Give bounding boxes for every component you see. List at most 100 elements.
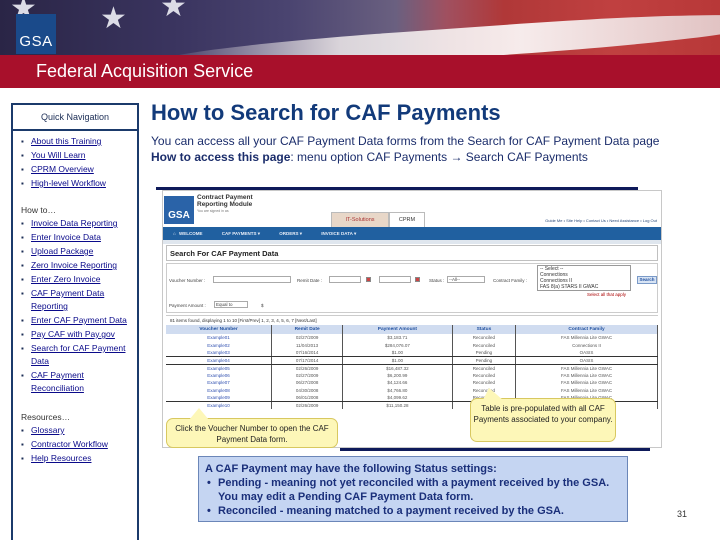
contract-family-cell: FAS Millennia Lite GWAC bbox=[515, 334, 658, 342]
nav-invoice-data[interactable]: INVOICE DATA ▾ bbox=[321, 231, 356, 236]
app-name-line: Contract Payment bbox=[197, 194, 253, 201]
status-info-box: A CAF Payment may have the following Sta… bbox=[198, 456, 628, 522]
nav-link[interactable]: High-level Workflow bbox=[31, 178, 106, 188]
contract-family-cell: FAS Millennia Lite GWAC bbox=[515, 364, 658, 372]
nav-item: Search for CAF Payment Data bbox=[21, 342, 137, 368]
page-title: How to Search for CAF Payments bbox=[151, 100, 501, 125]
status-item-pending: Pending - meaning not yet reconciled wit… bbox=[205, 476, 621, 504]
voucher-number-link[interactable]: Example09 bbox=[166, 394, 273, 402]
results-info[interactable]: 81 items found, displaying 1 to 10 [Firs… bbox=[166, 315, 658, 325]
voucher-input[interactable] bbox=[213, 276, 291, 283]
tab-cprm[interactable]: CPRM bbox=[389, 212, 425, 227]
nav-link[interactable]: Search for CAF Payment Data bbox=[31, 343, 125, 366]
status-cell: Reconciled bbox=[452, 341, 517, 349]
nav-link[interactable]: Glossary bbox=[31, 425, 65, 435]
status-item-reconciled: Reconciled - meaning matched to a paymen… bbox=[205, 504, 621, 518]
status-select[interactable]: --All-- bbox=[447, 276, 485, 283]
option[interactable]: FAS 8(a) STARS II GWAC bbox=[540, 284, 630, 290]
payment-amount-cell: $3,183.71 bbox=[342, 334, 453, 342]
payment-amount-cell: $1.00 bbox=[342, 356, 453, 365]
payment-amount-cell: $16,487.32 bbox=[342, 364, 453, 372]
nav-link[interactable]: Enter Invoice Data bbox=[31, 232, 101, 242]
howto-list: Invoice Data Reporting Enter Invoice Dat… bbox=[13, 217, 137, 395]
contract-family-cell: FAS Millennia Lite GWAC bbox=[515, 379, 658, 387]
search-button[interactable]: Search bbox=[637, 276, 657, 284]
remit-to-input[interactable] bbox=[379, 276, 411, 283]
payment-amount-cell: $4,099.62 bbox=[342, 394, 453, 402]
gsa-logo: GSA bbox=[16, 14, 56, 54]
calendar-icon[interactable] bbox=[415, 277, 420, 282]
calendar-icon[interactable] bbox=[366, 277, 371, 282]
nav-link[interactable]: Contractor Workflow bbox=[31, 439, 108, 449]
col-contract-family[interactable]: Contract Family bbox=[515, 325, 658, 334]
voucher-number-link[interactable]: Example05 bbox=[166, 364, 273, 372]
nav-link[interactable]: You Will Learn bbox=[31, 150, 86, 160]
search-form: Voucher Number : Remit Date : Status : -… bbox=[166, 263, 658, 313]
remit-date-cell: 02/26/2009 bbox=[271, 401, 344, 409]
nav-link[interactable]: Upload Package bbox=[31, 246, 93, 256]
voucher-number-link[interactable]: Example03 bbox=[166, 349, 273, 357]
nav-link[interactable]: Invoice Data Reporting bbox=[31, 218, 117, 228]
nav-link[interactable]: CPRM Overview bbox=[31, 164, 94, 174]
nav-item: Glossary bbox=[21, 424, 137, 437]
slide: ★ ★ ★ GSA Federal Acquisition Service Qu… bbox=[0, 0, 720, 540]
utility-links[interactable]: Guide Me • Site Help • Contact Us • Need… bbox=[545, 218, 657, 223]
voucher-number-link[interactable]: Example07 bbox=[166, 379, 273, 387]
status-label: Status : bbox=[429, 278, 445, 283]
nav-link[interactable]: Zero Invoice Reporting bbox=[31, 260, 117, 270]
banner: ★ ★ ★ GSA Federal Acquisition Service bbox=[0, 0, 720, 88]
status-cell: Reconciled bbox=[452, 334, 517, 342]
col-voucher-number[interactable]: Voucher Number bbox=[166, 325, 273, 334]
howto-label: How to… bbox=[21, 205, 56, 215]
contract-family-cell: Connections II bbox=[515, 341, 658, 349]
nav-link[interactable]: CAF Payment Data Reporting bbox=[31, 288, 104, 311]
nav-item: Zero Invoice Reporting bbox=[21, 259, 137, 272]
tab-it-solutions[interactable]: IT-Solutions bbox=[331, 212, 389, 227]
nav-link[interactable]: CAF Payment Reconciliation bbox=[31, 370, 84, 393]
table-row: Example03 07/16/2014 $1.00 Pending OASIS bbox=[166, 349, 658, 357]
nav-link[interactable]: Enter CAF Payment Data bbox=[31, 315, 127, 325]
voucher-number-link[interactable]: Example10 bbox=[166, 401, 273, 409]
voucher-number-link[interactable]: Example04 bbox=[166, 356, 273, 365]
remit-date-cell: 07/16/2014 bbox=[271, 349, 344, 357]
star-icon: ★ bbox=[100, 2, 127, 35]
col-status[interactable]: Status bbox=[452, 325, 517, 334]
gsa-logo: GSA bbox=[164, 196, 194, 224]
payment-operator-select[interactable]: Equal to bbox=[214, 301, 248, 308]
voucher-number-link[interactable]: Example01 bbox=[166, 334, 273, 342]
nav-link[interactable]: Enter Zero Invoice bbox=[31, 274, 100, 284]
col-payment-amount[interactable]: Payment Amount bbox=[342, 325, 453, 334]
remit-date-cell: 06/01/2008 bbox=[271, 394, 344, 402]
app-name: Contract Payment Reporting Module You ar… bbox=[197, 194, 253, 215]
nav-item: CAF Payment Data Reporting bbox=[21, 287, 137, 313]
table-callout: Table is pre-populated with all CAF Paym… bbox=[470, 388, 616, 442]
remit-date-cell: 02/27/2009 bbox=[271, 334, 344, 342]
contract-family-listbox[interactable]: -- Select -- Connections Connections II … bbox=[537, 265, 631, 291]
nav-orders[interactable]: ORDERS ▾ bbox=[279, 231, 302, 236]
nav-caf-payments[interactable]: CAF PAYMENTS ▾ bbox=[222, 231, 260, 236]
table-row: Example06 02/27/2009 $6,200.99 Reconciled FA… bbox=[166, 371, 658, 379]
quick-nav-list: About this Training You Will Learn CPRM … bbox=[13, 131, 137, 190]
voucher-number-link[interactable]: Example06 bbox=[166, 371, 273, 379]
voucher-number-link[interactable]: Example08 bbox=[166, 386, 273, 394]
nav-link[interactable]: About this Training bbox=[31, 136, 101, 146]
home-icon[interactable]: ⌂ bbox=[173, 231, 177, 236]
nav-item-you-will-learn: You Will Learn bbox=[21, 149, 137, 162]
page-number: 31 bbox=[677, 509, 688, 519]
contract-family-cell: FAS Millennia Lite GWAC bbox=[515, 371, 658, 379]
divider bbox=[340, 448, 650, 451]
status-cell: Reconciled bbox=[452, 371, 517, 379]
quick-navigation: Quick Navigation About this Training You… bbox=[11, 103, 139, 540]
nav-item: Help Resources bbox=[21, 452, 137, 465]
nav-item: Invoice Data Reporting bbox=[21, 217, 137, 230]
voucher-number-link[interactable]: Example02 bbox=[166, 341, 273, 349]
nav-link[interactable]: Help Resources bbox=[31, 453, 91, 463]
signed-in-text: You are signed in as bbox=[197, 209, 229, 213]
app-nav: ⌂ WELCOME CAF PAYMENTS ▾ ORDERS ▾ INVOIC… bbox=[163, 227, 661, 240]
table-row: Example02 11/04/2013 $284,076.07 Reconciled… bbox=[166, 341, 658, 349]
remit-from-input[interactable] bbox=[329, 276, 361, 283]
nav-welcome[interactable]: WELCOME bbox=[179, 231, 203, 236]
col-remit-date[interactable]: Remit Date bbox=[271, 325, 344, 334]
table-row: Example01 02/27/2009 $3,183.71 Reconciled FA… bbox=[166, 334, 658, 342]
nav-link[interactable]: Pay CAF with Pay.gov bbox=[31, 329, 115, 339]
